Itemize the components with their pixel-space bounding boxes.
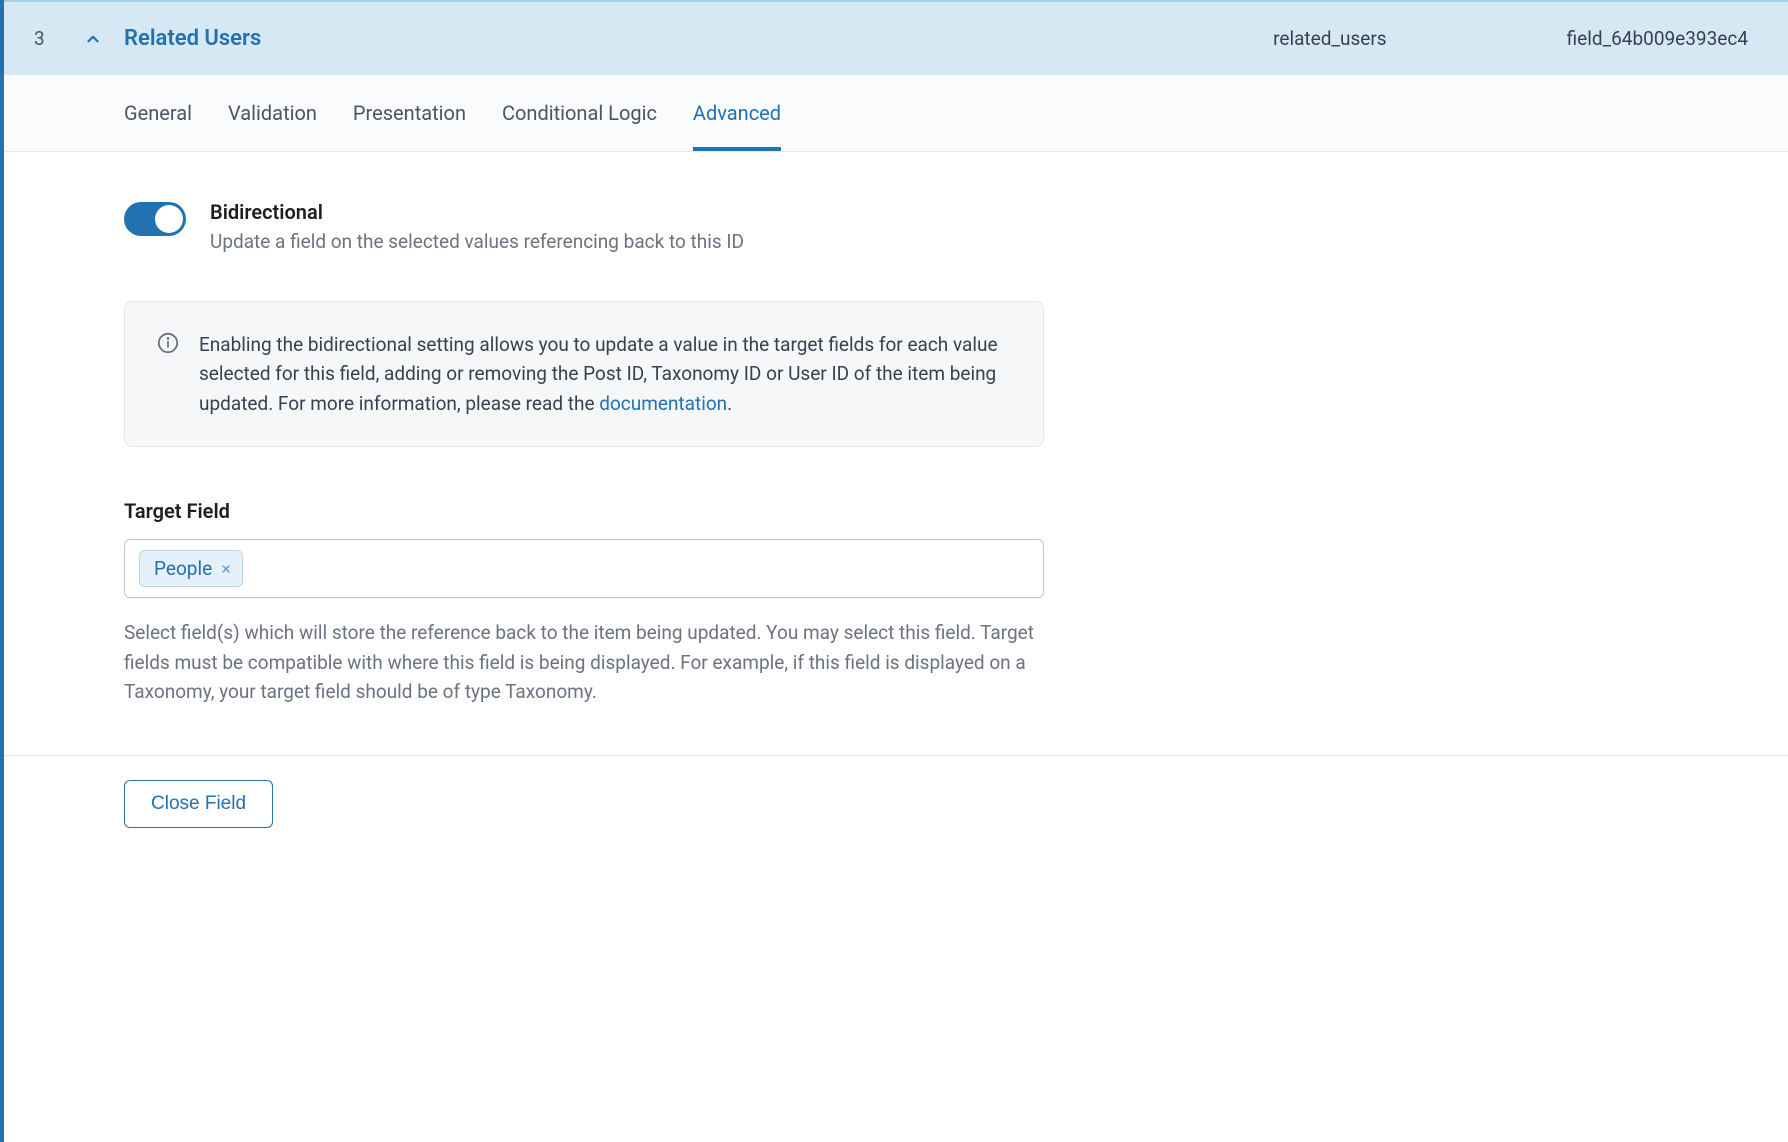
bidirectional-description: Update a field on the selected values re… [210,230,744,253]
collapse-toggle[interactable] [84,30,124,48]
target-field-chip: People [139,550,243,587]
tab-presentation[interactable]: Presentation [353,75,466,151]
target-field-label: Target Field [124,499,1668,523]
chip-remove[interactable] [220,563,232,575]
close-icon [220,563,232,575]
tab-conditional-logic[interactable]: Conditional Logic [502,75,657,151]
tab-general[interactable]: General [124,75,192,151]
field-order: 3 [34,27,84,50]
info-text: Enabling the bidirectional setting allow… [199,330,1011,418]
target-field-help: Select field(s) which will store the ref… [124,618,1044,706]
close-field-button[interactable]: Close Field [124,780,273,828]
bidirectional-toggle[interactable] [124,202,186,236]
field-key: field_64b009e393ec4 [1567,27,1748,50]
divider [4,755,1788,756]
info-icon [157,332,179,418]
tab-advanced[interactable]: Advanced [693,75,781,151]
bidirectional-label: Bidirectional [210,200,744,224]
info-period: . [727,392,732,415]
field-title[interactable]: Related Users [124,26,261,51]
toggle-knob [155,205,183,233]
chip-label: People [154,557,212,580]
info-box: Enabling the bidirectional setting allow… [124,301,1044,447]
documentation-link[interactable]: documentation [599,392,727,415]
bidirectional-setting: Bidirectional Update a field on the sele… [124,200,1668,253]
target-field-select[interactable]: People [124,539,1044,598]
chevron-up-icon [84,30,102,48]
tab-validation[interactable]: Validation [228,75,317,151]
tabs: General Validation Presentation Conditio… [4,75,1788,152]
field-header: 3 Related Users related_users field_64b0… [4,0,1788,75]
field-slug: related_users [1273,27,1386,50]
